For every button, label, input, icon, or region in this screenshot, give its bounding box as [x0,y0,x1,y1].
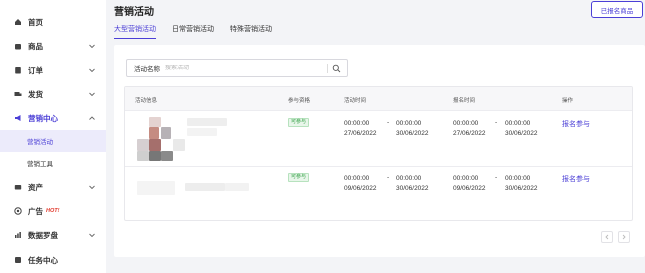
divider [327,64,328,73]
signup-start-date: 09/06/2022 [453,185,486,192]
column-header: 参与资格 [288,98,311,104]
sidebar-item-label: 首页 [28,17,43,27]
table-header: 活动信息 参与资格 活动时间 报名时间 操作 [125,87,632,111]
table-row: 可参与 00:00:00 09/06/2022 - 00:00:00 30/06… [125,167,632,220]
activity-thumbnail [137,181,175,195]
activities-table: 活动信息 参与资格 活动时间 报名时间 操作 可参与 00:00:00 27/0… [124,86,633,221]
table-row: 可参与 00:00:00 27/06/2022 - 00:00:00 30/06… [125,112,632,164]
sidebar-item-label: 资产 [28,182,43,192]
tab-special-activities[interactable]: 特殊营销活动 [230,24,272,39]
search-icon[interactable] [332,64,341,73]
activity-name-blurred [185,183,225,191]
sidebar-item-task-center[interactable]: 任务中心 [0,250,106,270]
next-page-button[interactable] [618,231,630,243]
bag-icon [14,42,22,50]
signup-end-time: 00:00:00 [505,175,531,182]
signup-start-time: 00:00:00 [453,175,479,182]
chevron-down-icon [89,68,95,73]
truck-icon [14,90,22,98]
sidebar-subitem-label: 营销工具 [27,161,53,168]
compass-icon [14,231,22,239]
activity-start-date: 27/06/2022 [344,130,377,137]
enroll-link[interactable]: 报名参与 [562,119,590,129]
activity-thumbnail [137,117,185,161]
search-label: 活动名称 [134,66,160,73]
sidebar-item-label: 数据罗盘 [28,230,58,240]
sidebar-item-home[interactable]: 首页 [0,12,106,32]
enrolled-products-button[interactable]: 已报名商品 [591,1,643,18]
prev-page-button[interactable] [601,231,613,243]
sidebar-item-label: 订单 [28,65,43,75]
activity-start-date: 09/06/2022 [344,185,377,192]
sidebar-item-label: 广告 [28,206,43,216]
sidebar-item-data-compass[interactable]: 数据罗盘 [0,225,106,245]
wallet-icon [14,183,22,191]
ad-icon [14,207,22,215]
column-header: 报名时间 [453,98,476,104]
enroll-link[interactable]: 报名参与 [562,174,590,184]
hot-badge: HOT! [46,208,60,214]
sidebar-item-orders[interactable]: 订单 [0,60,106,80]
signup-start-date: 27/06/2022 [453,130,486,137]
activities-card: 活动名称 活动信息 参与资格 活动时间 报名时间 操作 [114,45,645,257]
chevron-down-icon [89,233,95,238]
activity-tabs: 大型营销活动 日常营销活动 特殊营销活动 [114,24,288,40]
megaphone-icon [14,114,22,122]
sidebar-item-label: 任务中心 [28,255,58,265]
activity-start-time: 00:00:00 [344,120,370,127]
sidebar-item-shipping[interactable]: 发货 [0,84,106,104]
activity-desc-blurred [187,128,217,136]
sidebar-item-products[interactable]: 商品 [0,36,106,56]
tab-daily-activities[interactable]: 日常营销活动 [172,24,214,39]
range-dash: - [495,174,498,181]
sidebar-item-marketing-center[interactable]: 营销中心 [0,108,106,128]
range-dash: - [495,119,498,126]
sidebar-item-ads[interactable]: 广告 HOT! [0,201,106,221]
chevron-up-icon [89,116,95,120]
signup-start-time: 00:00:00 [453,120,479,127]
search-box: 活动名称 [126,59,348,77]
tab-large-activities[interactable]: 大型营销活动 [114,24,156,39]
column-header: 活动信息 [135,98,158,104]
eligibility-badge: 可参与 [288,118,310,127]
sidebar-item-label: 发货 [28,89,43,99]
activity-end-time: 00:00:00 [396,120,422,127]
eligibility-badge: 可参与 [288,173,310,182]
range-dash: - [387,119,390,126]
sidebar: 首页 商品 订单 发货 营销中心 营销活动 营销工具 资产 广告 HOT! 数据… [0,0,106,273]
range-dash: - [387,174,390,181]
activity-end-date: 30/06/2022 [396,130,429,137]
signup-end-time: 00:00:00 [505,120,531,127]
activity-desc-blurred [225,183,249,191]
signup-end-date: 30/06/2022 [505,130,538,137]
page-title: 营销活动 [114,7,154,18]
signup-end-date: 30/06/2022 [505,185,538,192]
sidebar-item-label: 商品 [28,41,43,51]
chevron-right-icon [622,234,626,240]
activity-start-time: 00:00:00 [344,175,370,182]
home-icon [14,18,22,26]
sidebar-item-assets[interactable]: 资产 [0,177,106,197]
chevron-down-icon [89,44,95,49]
sidebar-item-label: 营销中心 [28,113,58,123]
task-icon [14,256,22,264]
sidebar-subitem-label: 营销活动 [27,139,53,146]
chevron-down-icon [89,92,95,97]
sidebar-subitem-marketing-tools[interactable]: 营销工具 [0,152,106,174]
sidebar-subitem-marketing-activities[interactable]: 营销活动 [0,130,106,152]
activity-end-date: 30/06/2022 [396,185,429,192]
column-header: 活动时间 [344,98,367,104]
order-icon [14,66,22,74]
chevron-left-icon [605,234,609,240]
activity-name-blurred [187,118,227,126]
search-input[interactable] [165,65,315,71]
column-header: 操作 [562,98,574,104]
activity-end-time: 00:00:00 [396,175,422,182]
chevron-down-icon [89,185,95,190]
